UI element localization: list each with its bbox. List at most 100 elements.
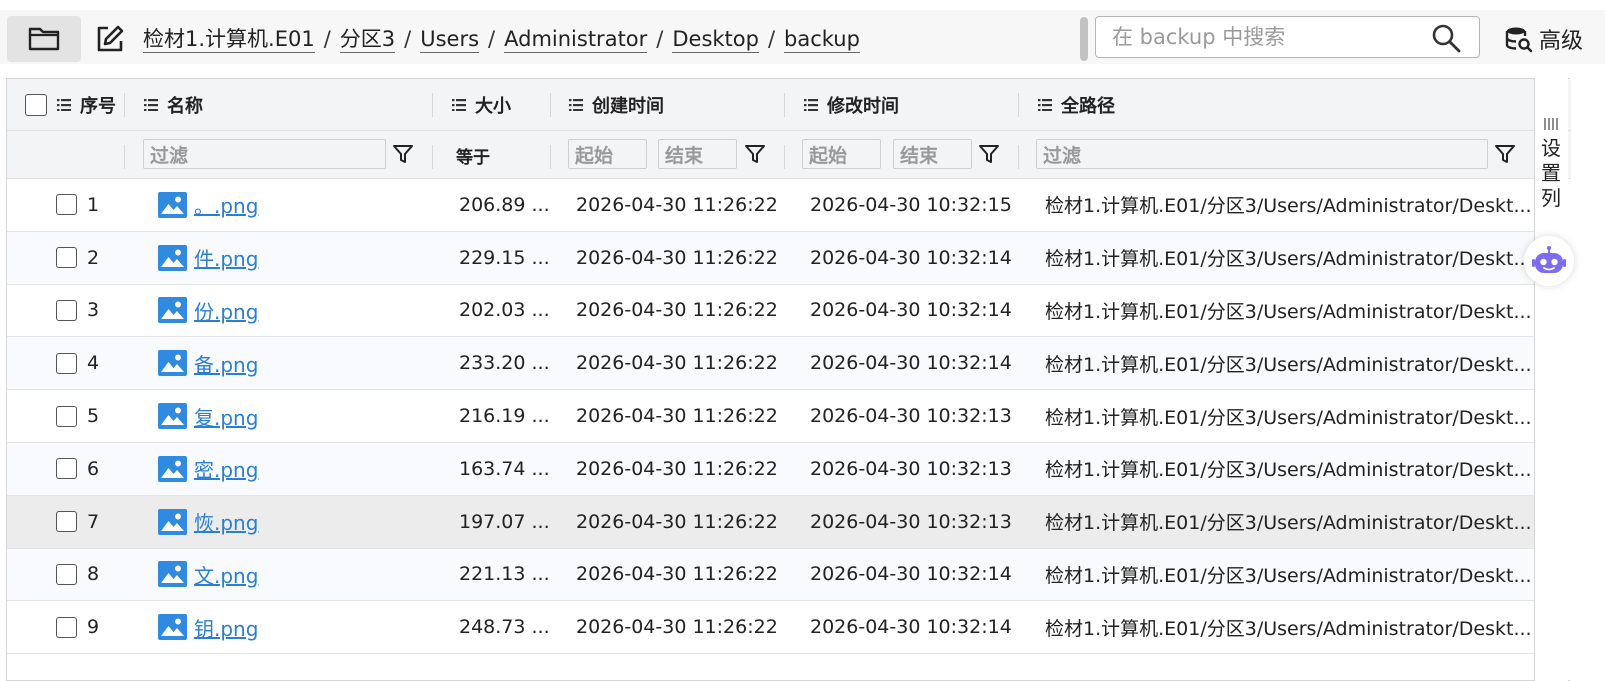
file-name-link[interactable]: 复.png (194, 402, 258, 431)
column-header-label: 名称 (167, 95, 203, 117)
row-fullpath: 检材1.计算机.E01/分区3/Users/Administrator/Desk… (1045, 459, 1532, 482)
row-modified: 2026-04-30 10:32:13 (810, 510, 1012, 533)
row-name-cell: 恢.png (158, 496, 258, 548)
breadcrumb-item[interactable]: backup (784, 26, 860, 53)
column-header-modified[interactable]: 修改时间 (804, 79, 899, 130)
column-header-fullpath[interactable]: 全路径 (1038, 79, 1115, 130)
column-divider[interactable] (784, 93, 785, 117)
search-icon[interactable] (1431, 23, 1461, 53)
filter-icon[interactable] (1493, 142, 1517, 166)
row-name-cell: 。.png (158, 179, 258, 231)
file-table: 序号 名称 大小 创建时间 修改时间 全路径 过滤 等于 起始 结束 起始 结束… (6, 78, 1571, 681)
image-file-icon (158, 561, 187, 588)
created-end-input[interactable]: 结束 (658, 139, 737, 169)
row-checkbox[interactable] (56, 247, 77, 269)
column-header-name[interactable]: 名称 (144, 79, 203, 130)
breadcrumb-item[interactable]: 检材1.计算机.E01 (143, 26, 315, 53)
breadcrumb-separator: / (656, 27, 664, 51)
column-divider (432, 145, 433, 169)
column-divider[interactable] (124, 93, 125, 117)
file-name-link[interactable]: 钥.png (194, 613, 258, 642)
file-name-link[interactable]: 恢.png (194, 507, 258, 536)
table-row[interactable]: 6 密.png 163.74 ... 2026-04-30 11:26:22 2… (7, 442, 1535, 496)
table-row[interactable]: 8 文.png 221.13 ... 2026-04-30 11:26:22 2… (7, 548, 1535, 602)
table-row[interactable]: 4 备.png 233.20 ... 2026-04-30 11:26:22 2… (7, 337, 1535, 391)
column-divider (1018, 145, 1019, 169)
row-index: 6 (87, 457, 100, 480)
row-checkbox[interactable] (56, 563, 77, 585)
file-name-link[interactable]: 。.png (194, 190, 258, 219)
folder-icon (28, 27, 60, 51)
table-row[interactable]: 5 复.png 216.19 ... 2026-04-30 11:26:22 2… (7, 390, 1535, 443)
file-name-link[interactable]: 文.png (194, 560, 258, 589)
name-filter-input[interactable]: 过滤 (143, 139, 386, 169)
filter-icon[interactable] (977, 142, 1001, 166)
column-header-created[interactable]: 创建时间 (569, 79, 664, 130)
row-checkbox[interactable] (56, 194, 77, 216)
row-index: 5 (87, 405, 100, 428)
advanced-search-button[interactable]: 高级 (1505, 22, 1583, 56)
breadcrumb-item[interactable]: Users (420, 26, 480, 53)
table-header: 序号 名称 大小 创建时间 修改时间 全路径 (7, 79, 1571, 131)
row-checkbox[interactable] (56, 458, 77, 480)
row-fullpath: 检材1.计算机.E01/分区3/Users/Administrator/Desk… (1045, 195, 1532, 218)
column-divider[interactable] (1018, 93, 1019, 117)
select-all-cell (25, 79, 47, 130)
search-resize-handle[interactable] (1080, 17, 1088, 61)
row-size: 229.15 ... (459, 246, 550, 269)
breadcrumb-item[interactable]: Administrator (504, 26, 648, 53)
breadcrumb-item[interactable]: Desktop (672, 26, 759, 53)
folder-button[interactable] (7, 16, 81, 62)
modified-start-input[interactable]: 起始 (802, 139, 881, 169)
database-search-icon (1505, 27, 1533, 53)
filter-icon[interactable] (391, 142, 415, 166)
breadcrumb-separator: / (767, 27, 776, 51)
column-settings-label[interactable]: 设置列 (1538, 136, 1564, 211)
row-created: 2026-04-30 11:26:22 (576, 352, 778, 375)
edit-button[interactable] (92, 21, 128, 57)
row-checkbox[interactable] (56, 405, 77, 427)
row-modified: 2026-04-30 10:32:14 (810, 616, 1012, 639)
list-icon (57, 98, 71, 111)
breadcrumb-item[interactable]: 分区3 (339, 26, 396, 53)
table-row[interactable]: 1 。.png 206.89 ... 2026-04-30 11:26:22 2… (7, 179, 1535, 232)
row-checkbox[interactable] (56, 299, 77, 321)
search-input[interactable] (1112, 17, 1412, 57)
breadcrumb-separator: / (404, 27, 412, 51)
table-row[interactable]: 9 钥.png 248.73 ... 2026-04-30 11:26:22 2… (7, 601, 1535, 655)
image-file-icon (158, 191, 187, 218)
size-operator-select[interactable]: 等于 (456, 131, 490, 179)
row-index-cell: 9 (56, 601, 99, 653)
file-name-link[interactable]: 密.png (194, 454, 258, 483)
row-modified: 2026-04-30 10:32:13 (810, 405, 1012, 428)
row-name-cell: 文.png (158, 549, 258, 601)
column-divider (784, 145, 785, 169)
column-header-label: 全路径 (1061, 95, 1115, 117)
column-header-label: 修改时间 (827, 95, 899, 117)
drag-handle-icon[interactable] (1543, 118, 1559, 130)
table-row[interactable]: 7 恢.png 197.07 ... 2026-04-30 11:26:22 2… (7, 495, 1535, 549)
column-header-index[interactable]: 序号 (57, 79, 116, 130)
row-index: 8 (87, 563, 100, 586)
row-checkbox[interactable] (56, 511, 77, 533)
row-index-cell: 4 (56, 337, 99, 389)
column-divider[interactable] (550, 93, 551, 117)
assistant-button[interactable] (1524, 236, 1574, 286)
modified-end-input[interactable]: 结束 (893, 139, 972, 169)
row-created: 2026-04-30 11:26:22 (576, 193, 778, 216)
column-header-size[interactable]: 大小 (452, 79, 511, 130)
row-modified: 2026-04-30 10:32:14 (810, 563, 1012, 586)
table-row[interactable]: 3 份.png 202.03 ... 2026-04-30 11:26:22 2… (7, 285, 1535, 338)
file-name-link[interactable]: 份.png (194, 296, 258, 325)
row-checkbox[interactable] (56, 352, 77, 374)
select-all-checkbox[interactable] (25, 93, 47, 116)
fullpath-filter-input[interactable]: 过滤 (1036, 139, 1488, 169)
file-name-link[interactable]: 备.png (194, 349, 258, 378)
row-checkbox[interactable] (56, 616, 77, 638)
row-index-cell: 3 (56, 285, 99, 337)
table-row[interactable]: 2 件.png 229.15 ... 2026-04-30 11:26:22 2… (7, 231, 1535, 285)
column-divider[interactable] (432, 93, 433, 117)
filter-icon[interactable] (743, 142, 767, 166)
created-start-input[interactable]: 起始 (568, 139, 647, 169)
file-name-link[interactable]: 件.png (194, 243, 258, 272)
